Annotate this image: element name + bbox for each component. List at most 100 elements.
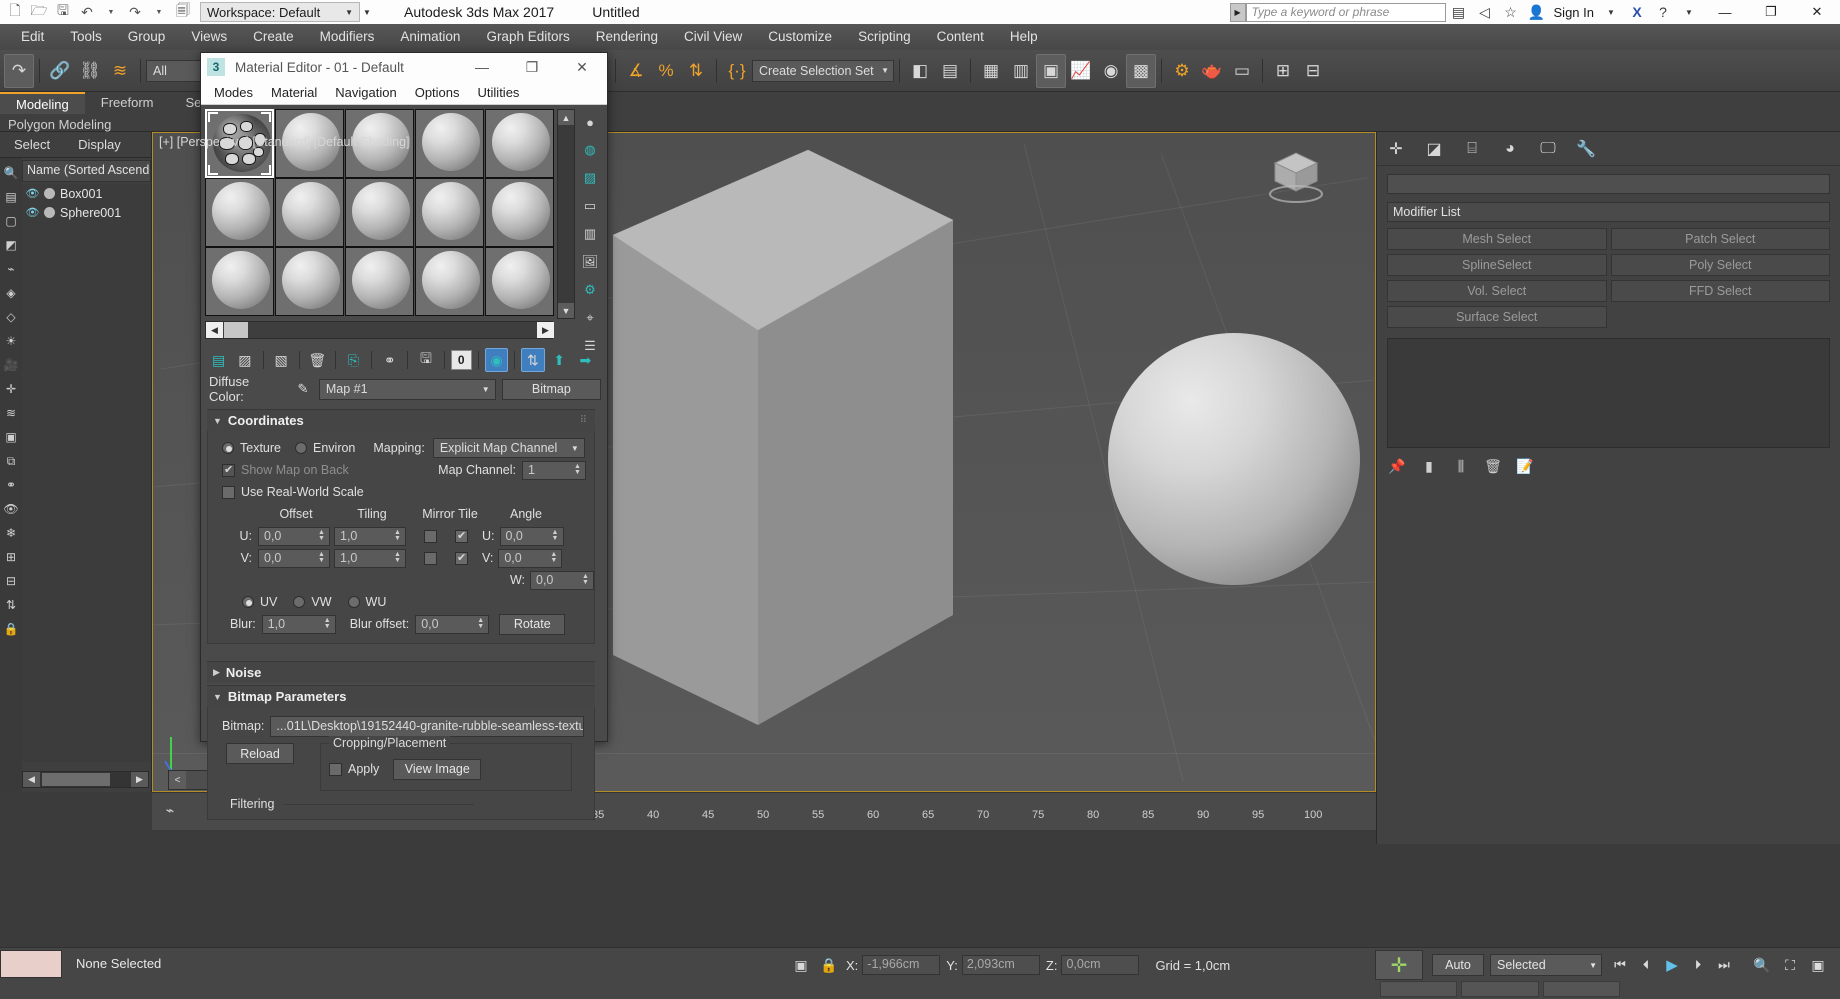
window-close-button[interactable]: ✕ [1794,0,1840,24]
menu-item-create[interactable]: Create [240,24,307,50]
u-offset-spinner[interactable]: 0,0 ▲ ▼ [258,526,330,546]
autodesk-apps-icon[interactable]: ▤ [1446,0,1472,24]
unlink-selection-icon[interactable]: ⛓ [75,54,105,88]
menu-item-animation[interactable]: Animation [387,24,473,50]
configure-modifier-sets-icon[interactable]: 📝 [1515,456,1535,476]
go-to-end-icon[interactable]: ⏭ [1712,952,1736,978]
modifier-patch-select-button[interactable]: Patch Select [1610,228,1830,250]
scroll-right-icon[interactable]: ▶ [537,322,554,338]
select-none-icon[interactable]: ▢ [2,212,20,230]
coordinates-rollout-header[interactable]: ▼ Coordinates ⠿ [207,409,595,431]
strip-segment[interactable] [1542,981,1620,997]
material-slot-5[interactable] [205,178,274,247]
reset-map-material-icon[interactable]: 🗑 [306,348,329,372]
material-slot-4[interactable] [485,109,554,178]
spinner-arrows-icon[interactable]: ▲ ▼ [316,551,327,566]
save-file-icon[interactable]: 🖫 [52,2,74,22]
bitmap-parameters-rollout-header[interactable]: ▼ Bitmap Parameters [207,685,595,707]
select-invert-icon[interactable]: ◩ [2,236,20,254]
material-slot-12[interactable] [345,247,414,316]
background-checker-icon[interactable]: ▨ [579,167,601,189]
pin-stack-icon[interactable]: 📌 [1387,456,1407,476]
play-animation-icon[interactable]: ▶ [1660,952,1684,978]
show-end-result-icon[interactable]: ⇅ [521,348,545,372]
create-tab-icon[interactable]: ✛ [1385,138,1407,160]
field-of-view-icon[interactable]: ◳ [1834,952,1840,978]
bitmap-type-button[interactable]: Bitmap [501,378,601,400]
use-real-world-scale-checkbox[interactable] [222,485,235,499]
noise-rollout-header[interactable]: ▶ Noise [207,661,595,683]
material-slot-3[interactable] [415,109,484,178]
backlight-icon[interactable]: ◍ [579,139,601,161]
scene-explorer-hscrollbar[interactable]: ◀ ▶ [22,771,149,788]
spinner-arrows-icon[interactable]: ▲ ▼ [580,573,591,588]
workspace-expand-icon[interactable]: ▼ [360,8,374,17]
material-editor-menu-modes[interactable]: Modes [205,81,262,105]
spinner-snap-toggle-icon[interactable]: ⇅ [681,54,711,88]
viewport-layout-icon[interactable]: ⊟ [1298,54,1328,88]
make-unique-icon[interactable]: ⚭ [378,348,401,372]
box-object[interactable] [608,145,958,725]
material-editor-dialog[interactable]: 3 Material Editor - 01 - Default — ❐ ✕ M… [200,52,608,820]
strip-segment[interactable] [1461,981,1539,997]
hide-icon[interactable]: 👁 [2,500,20,518]
material-editor-menu-material[interactable]: Material [262,81,326,105]
percent-snap-toggle-icon[interactable]: % [651,54,681,88]
spinner-arrows-icon[interactable]: ▲ ▼ [392,551,403,566]
put-material-to-scene-icon[interactable]: ▨ [233,348,256,372]
next-frame-icon[interactable]: ⏵ [1686,952,1710,978]
bitmap-path-field[interactable]: ...01L\Desktop\19152440-granite-rubble-s… [270,715,584,737]
put-to-library-icon[interactable]: 🖫 [414,348,437,372]
render-setup-icon[interactable]: ▩ [1126,53,1156,88]
lock-icon[interactable]: 🔒 [2,620,20,638]
select-by-material-icon[interactable]: ⌖ [579,307,601,329]
time-prev-frame-icon[interactable]: < [169,771,186,789]
go-to-start-icon[interactable]: ⏮ [1608,952,1632,978]
spinner-arrows-icon[interactable]: ▲ ▼ [475,617,486,632]
sort-icon[interactable]: ⇅ [2,596,20,614]
hierarchy-tab-icon[interactable]: ⌸ [1461,138,1483,160]
favorites-star-icon[interactable]: ☆ [1498,0,1524,24]
go-forward-to-sibling-icon[interactable]: ➡ [574,348,597,372]
reload-button[interactable]: Reload [226,743,294,764]
go-to-parent-icon[interactable]: ⬆ [548,348,571,372]
y-value-field[interactable]: 2,093cm [961,955,1040,975]
assign-material-to-selection-icon[interactable]: ▧ [269,348,292,372]
video-color-check-icon[interactable]: ▥ [579,223,601,245]
make-preview-icon[interactable]: 🖼 [579,251,601,273]
menu-item-modifiers[interactable]: Modifiers [307,24,388,50]
angle-snap-toggle-icon[interactable]: ∡ [621,54,651,88]
remove-modifier-icon[interactable]: 🗑 [1483,456,1503,476]
collapse-icon[interactable]: ⊟ [2,572,20,590]
help-chevron-icon[interactable]: ▼ [1676,0,1702,24]
v-angle-spinner[interactable]: 0,0 ▲ ▼ [498,548,563,568]
key-filter-combo[interactable]: Selected ▼ [1490,954,1602,976]
modifier-vol-select-button[interactable]: Vol. Select [1387,280,1607,302]
menu-item-rendering[interactable]: Rendering [583,24,671,50]
search-expand-icon[interactable]: ▶ [1229,2,1246,22]
material-slot-10[interactable] [205,247,274,316]
align-icon[interactable]: ▤ [935,54,965,88]
slots-vertical-scrollbar[interactable]: ▲ ▼ [557,109,575,319]
uv-radio[interactable] [242,596,254,608]
menu-item-content[interactable]: Content [924,24,997,50]
material-editor-menu-options[interactable]: Options [406,81,469,105]
motion-tab-icon[interactable]: ◕ [1499,138,1521,160]
filter-groups-icon[interactable]: ▣ [2,428,20,446]
help-circle-icon[interactable]: ? [1650,0,1676,24]
modifier-surface-select-button[interactable]: Surface Select [1387,306,1607,328]
filter-xrefs-icon[interactable]: ⧉ [2,452,20,470]
menu-item-help[interactable]: Help [997,24,1051,50]
modifier-stack-list[interactable] [1387,338,1830,448]
w-angle-spinner[interactable]: 0,0 ▲ ▼ [530,570,594,590]
tab-select[interactable]: Select [0,132,64,157]
scrollbar-thumb[interactable] [42,773,110,786]
tab-display[interactable]: Display [64,132,135,157]
spinner-arrows-icon[interactable]: ▲ ▼ [550,529,561,544]
material-slot-14[interactable] [485,247,554,316]
blur-spinner[interactable]: 1,0 ▲ ▼ [261,614,336,634]
viewcube-icon[interactable] [1261,147,1331,205]
undo-icon[interactable]: ↶ [76,2,98,22]
new-file-icon[interactable]: 🗋 [4,2,26,22]
search-input[interactable]: Type a keyword or phrase [1245,2,1446,22]
